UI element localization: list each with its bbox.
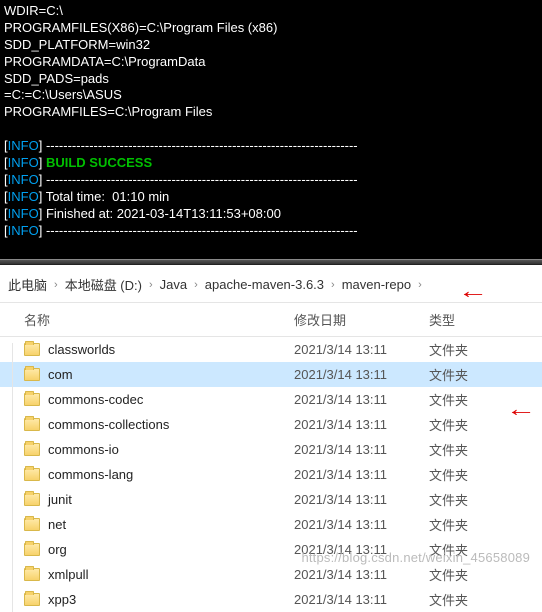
file-name: xpp3 [48, 592, 294, 607]
file-type: 文件夹 [429, 440, 519, 459]
file-name: commons-collections [48, 417, 294, 432]
file-date: 2021/3/14 13:11 [294, 342, 429, 357]
file-type: 文件夹 [429, 365, 519, 384]
table-row[interactable]: xpp32021/3/14 13:11文件夹 [0, 587, 542, 612]
file-date: 2021/3/14 13:11 [294, 592, 429, 607]
file-date: 2021/3/14 13:11 [294, 417, 429, 432]
col-date-header[interactable]: 修改日期 [294, 310, 429, 329]
breadcrumb-segment[interactable]: 此电脑 [4, 275, 51, 294]
file-date: 2021/3/14 13:11 [294, 517, 429, 532]
file-type: 文件夹 [429, 590, 519, 609]
folder-icon [24, 418, 40, 431]
column-headers[interactable]: 名称 修改日期 类型 [0, 303, 542, 337]
file-name: junit [48, 492, 294, 507]
file-name: commons-codec [48, 392, 294, 407]
folder-icon [24, 468, 40, 481]
tree-indent-line [12, 343, 13, 612]
file-name: net [48, 517, 294, 532]
table-row[interactable]: classworlds2021/3/14 13:11文件夹 [0, 337, 542, 362]
file-type: 文件夹 [429, 565, 519, 584]
file-date: 2021/3/14 13:11 [294, 442, 429, 457]
breadcrumb-segment[interactable]: Java [156, 277, 191, 292]
table-row[interactable]: net2021/3/14 13:11文件夹 [0, 512, 542, 537]
chevron-right-icon: › [51, 279, 61, 291]
file-name: org [48, 542, 294, 557]
terminal-output: WDIR=C:\PROGRAMFILES(X86)=C:\Program Fil… [0, 0, 542, 259]
folder-icon [24, 568, 40, 581]
folder-icon [24, 493, 40, 506]
chevron-right-icon: › [191, 279, 201, 291]
file-date: 2021/3/14 13:11 [294, 567, 429, 582]
file-list: 名称 修改日期 类型 classworlds2021/3/14 13:11文件夹… [0, 303, 542, 612]
annotation-arrow-icon: ← [458, 278, 489, 304]
chevron-right-icon: › [328, 279, 338, 291]
folder-icon [24, 518, 40, 531]
table-row[interactable]: commons-collections2021/3/14 13:11文件夹 [0, 412, 542, 437]
file-name: com [48, 367, 294, 382]
folder-icon [24, 343, 40, 356]
file-type: 文件夹 [429, 515, 519, 534]
table-row[interactable]: com2021/3/14 13:11文件夹 [0, 362, 542, 387]
watermark-text: https://blog.csdn.net/weixin_45658089 [301, 550, 530, 565]
file-name: classworlds [48, 342, 294, 357]
breadcrumb-segment[interactable]: apache-maven-3.6.3 [201, 277, 328, 292]
file-date: 2021/3/14 13:11 [294, 367, 429, 382]
file-name: commons-lang [48, 467, 294, 482]
file-type: 文件夹 [429, 490, 519, 509]
folder-icon [24, 593, 40, 606]
folder-icon [24, 543, 40, 556]
table-row[interactable]: commons-lang2021/3/14 13:11文件夹 [0, 462, 542, 487]
annotation-arrow-icon: ← [506, 396, 537, 422]
file-date: 2021/3/14 13:11 [294, 492, 429, 507]
file-name: commons-io [48, 442, 294, 457]
folder-icon [24, 443, 40, 456]
file-date: 2021/3/14 13:11 [294, 392, 429, 407]
file-date: 2021/3/14 13:11 [294, 467, 429, 482]
file-type: 文件夹 [429, 465, 519, 484]
folder-icon [24, 368, 40, 381]
breadcrumb-segment[interactable]: maven-repo [338, 277, 415, 292]
chevron-right-icon: › [146, 279, 156, 291]
table-row[interactable]: commons-io2021/3/14 13:11文件夹 [0, 437, 542, 462]
table-row[interactable]: xmlpull2021/3/14 13:11文件夹 [0, 562, 542, 587]
col-name-header[interactable]: 名称 [24, 310, 294, 329]
breadcrumb-segment[interactable]: 本地磁盘 (D:) [61, 275, 146, 294]
table-row[interactable]: commons-codec2021/3/14 13:11文件夹 [0, 387, 542, 412]
file-type: 文件夹 [429, 340, 519, 359]
folder-icon [24, 393, 40, 406]
file-name: xmlpull [48, 567, 294, 582]
table-row[interactable]: junit2021/3/14 13:11文件夹 [0, 487, 542, 512]
col-type-header[interactable]: 类型 [429, 310, 519, 329]
chevron-right-icon: › [415, 279, 425, 291]
